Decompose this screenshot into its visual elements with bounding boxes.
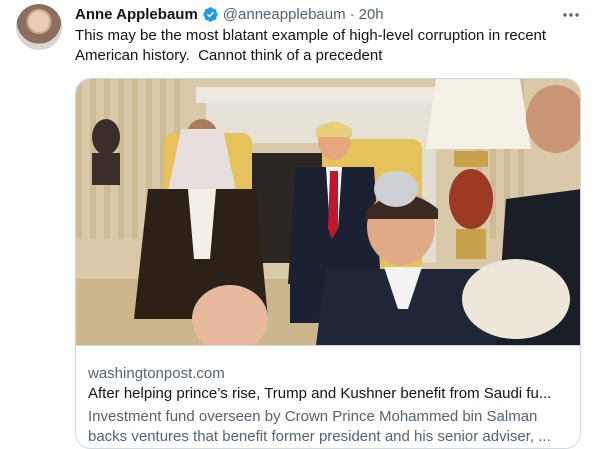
link-title: After helping prince’s rise, Trump and K… xyxy=(88,385,552,402)
tweet[interactable]: Anne Applebaum @anneapplebaum · 20h This… xyxy=(0,0,610,449)
photo-oval-office-meeting[interactable] xyxy=(76,79,581,345)
tweet-text-line: American history. Cannot think of a prec… xyxy=(75,47,383,64)
link-domain: washingtonpost.com xyxy=(88,365,225,382)
avatar[interactable] xyxy=(16,4,62,50)
link-card-meta[interactable]: washingtonpost.com After helping prince’… xyxy=(76,345,580,448)
link-card[interactable]: washingtonpost.com After helping prince’… xyxy=(75,78,581,449)
separator-dot: · xyxy=(349,5,355,23)
link-description-line: backs ventures that benefit former presi… xyxy=(88,428,551,445)
tweet-text-line: This may be the most blatant example of … xyxy=(75,27,547,44)
author-handle[interactable]: @anneapplebaum xyxy=(223,6,346,23)
link-description: Investment fund overseen by Crown Prince… xyxy=(88,407,572,447)
author-name[interactable]: Anne Applebaum xyxy=(75,6,198,23)
verified-badge-icon xyxy=(203,6,218,22)
more-horizontal-icon[interactable] xyxy=(559,6,583,24)
tweet-header: Anne Applebaum @anneapplebaum · 20h xyxy=(75,4,384,24)
tweet-time[interactable]: 20h xyxy=(359,6,384,23)
tweet-text: This may be the most blatant example of … xyxy=(75,26,595,66)
link-description-line: Investment fund overseen by Crown Prince… xyxy=(88,408,538,425)
